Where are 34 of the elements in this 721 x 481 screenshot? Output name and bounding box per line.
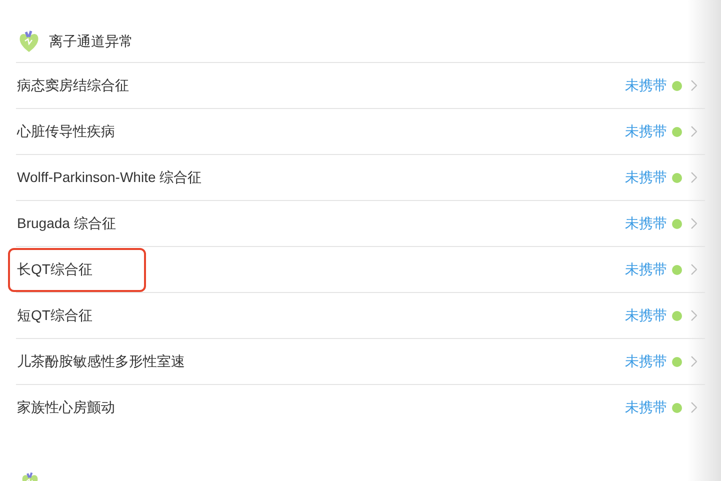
item-label: Wolff-Parkinson-White 综合征 [16,168,202,187]
status-label: 未携带 [625,122,667,141]
list-item[interactable]: 病态窦房结综合征 未携带 [16,62,705,108]
chevron-right-icon [691,126,697,137]
status-label: 未携带 [625,260,667,279]
item-label: 家族性心房颤动 [16,398,115,417]
section-title: 离子通道异常 [49,32,133,50]
status-label: 未携带 [625,306,667,325]
item-label: 长QT综合征 [8,248,146,292]
item-label: Brugada 综合征 [16,214,116,233]
item-label: 短QT综合征 [16,306,92,325]
list-item[interactable]: 家族性心房颤动 未携带 [16,384,705,430]
list-item[interactable]: 短QT综合征 未携带 [16,292,705,338]
item-label: 心脏传导性疾病 [16,122,115,141]
heart-icon [17,28,41,54]
chevron-right-icon [691,402,697,413]
status-label: 未携带 [625,168,667,187]
item-label: 儿茶酚胺敏感性多形性室速 [16,352,185,371]
item-label: 病态窦房结综合征 [16,76,129,95]
status-label: 未携带 [625,352,667,371]
status-label: 未携带 [625,398,667,417]
status-label: 未携带 [625,76,667,95]
chevron-right-icon [691,356,697,367]
list-item[interactable]: 长QT综合征 未携带 [16,246,705,292]
chevron-right-icon [691,310,697,321]
chevron-right-icon [691,80,697,91]
list-item[interactable]: Brugada 综合征 未携带 [16,200,705,246]
list-item[interactable]: 儿茶酚胺敏感性多形性室速 未携带 [16,338,705,384]
status-label: 未携带 [625,214,667,233]
list-item[interactable]: 心脏传导性疾病 未携带 [16,108,705,154]
chevron-right-icon [691,172,697,183]
list-item[interactable]: Wolff-Parkinson-White 综合征 未携带 [16,154,705,200]
chevron-right-icon [691,218,697,229]
chevron-right-icon [691,264,697,275]
